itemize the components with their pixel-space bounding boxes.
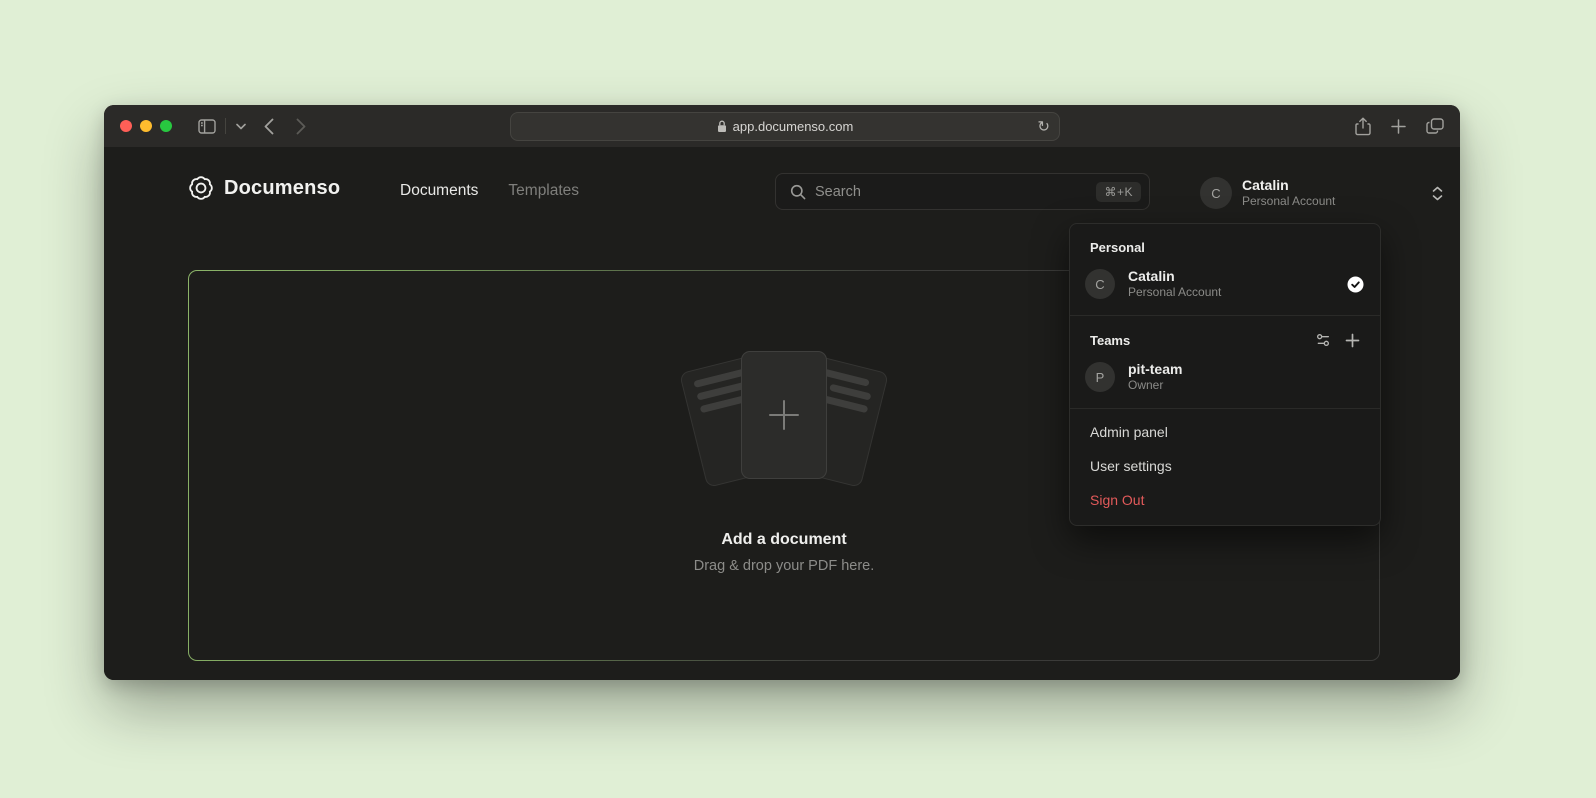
menu-item-admin-panel[interactable]: Admin panel (1070, 415, 1380, 449)
account-dropdown-menu: Personal C Catalin Personal Account Team… (1069, 223, 1381, 526)
personal-account-subtitle: Personal Account (1128, 285, 1221, 300)
menu-divider (1070, 408, 1380, 409)
team-name: pit-team (1128, 361, 1182, 378)
dropzone-subtitle: Drag & drop your PDF here. (694, 558, 875, 574)
manage-teams-icon[interactable] (1315, 332, 1331, 348)
app-page: Documenso Documents Templates ⌘+K C Cata… (104, 147, 1460, 680)
browser-toolbar: app.documenso.com ↻ (104, 105, 1460, 147)
zoom-window-button[interactable] (160, 120, 172, 132)
toolbar-right-actions (1355, 105, 1444, 147)
main-nav: Documents Templates (400, 182, 579, 200)
team-role: Owner (1128, 378, 1182, 393)
account-name: Catalin (1242, 177, 1335, 194)
forward-button[interactable] (296, 118, 306, 135)
search-box[interactable]: ⌘+K (775, 173, 1150, 210)
team-avatar: P (1085, 362, 1115, 392)
menu-divider (1070, 315, 1380, 316)
sidebar-toggle-icon[interactable] (198, 119, 216, 134)
selected-check-icon (1347, 276, 1364, 293)
close-window-button[interactable] (120, 120, 132, 132)
chevrons-up-down-icon (1431, 186, 1444, 201)
personal-account-avatar: C (1085, 269, 1115, 299)
brand-name: Documenso (224, 177, 340, 200)
toolbar-divider (225, 118, 226, 134)
minimize-window-button[interactable] (140, 120, 152, 132)
back-button[interactable] (264, 118, 274, 135)
address-bar[interactable]: app.documenso.com ↻ (510, 112, 1060, 141)
menu-item-user-settings[interactable]: User settings (1070, 449, 1380, 483)
team-row[interactable]: P pit-team Owner (1070, 354, 1380, 402)
url-text: app.documenso.com (733, 119, 854, 134)
sidebar-options-chevron-icon[interactable] (236, 123, 246, 130)
brand[interactable]: Documenso (188, 175, 340, 201)
search-input[interactable] (815, 184, 1096, 200)
document-cards-illustration (686, 349, 882, 491)
browser-window: app.documenso.com ↻ (104, 105, 1460, 680)
account-menu-button[interactable]: C Catalin Personal Account (1200, 173, 1444, 213)
create-team-plus-icon[interactable] (1345, 333, 1360, 348)
personal-account-name: Catalin (1128, 268, 1221, 285)
account-avatar: C (1200, 177, 1232, 209)
add-document-plus-icon (765, 396, 803, 434)
account-subtitle: Personal Account (1242, 194, 1335, 209)
search-icon (790, 184, 806, 200)
teams-section-label: Teams (1070, 322, 1380, 354)
tab-overview-icon[interactable] (1426, 118, 1444, 134)
document-card-center (741, 351, 827, 479)
share-icon[interactable] (1355, 117, 1371, 136)
menu-item-sign-out[interactable]: Sign Out (1070, 483, 1380, 517)
lock-icon (717, 120, 727, 133)
documenso-logo-icon (188, 175, 214, 201)
personal-section-label: Personal (1070, 230, 1380, 261)
nav-templates[interactable]: Templates (508, 182, 579, 200)
search-shortcut-badge: ⌘+K (1096, 182, 1141, 202)
nav-documents[interactable]: Documents (400, 182, 478, 200)
personal-account-row[interactable]: C Catalin Personal Account (1070, 261, 1380, 309)
traffic-lights (120, 120, 172, 132)
dropzone-title: Add a document (721, 531, 846, 549)
new-tab-icon[interactable] (1391, 119, 1406, 134)
reload-icon[interactable]: ↻ (1037, 119, 1050, 134)
